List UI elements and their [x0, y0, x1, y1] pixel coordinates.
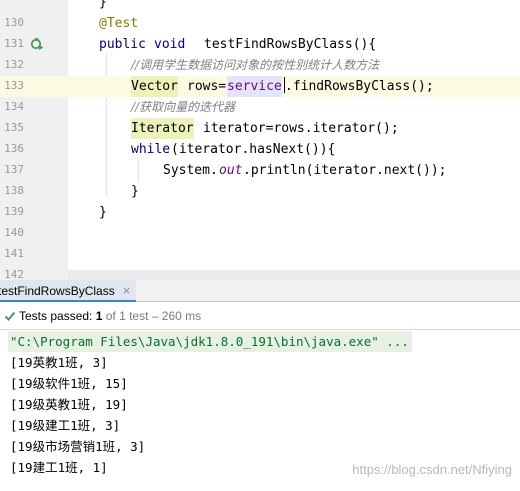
closing-brace: }	[99, 205, 107, 220]
gutter-line: 140	[0, 223, 68, 244]
gutter-line: 131	[0, 34, 68, 55]
type-iterator: Iterator	[131, 118, 194, 139]
tests-passed-label: Tests passed:	[19, 309, 96, 323]
line-number: 134	[4, 100, 24, 113]
console-line: [19级软件1班, 15]	[10, 376, 128, 391]
gutter-line: 130	[0, 13, 68, 34]
tab-label: testFindRowsByClass	[0, 284, 115, 298]
code-line[interactable]: Iterator iterator=rows.iterator();	[68, 118, 520, 139]
tests-summary: of 1 test – 260 ms	[102, 309, 202, 323]
code-line-current[interactable]: Vector rows= service .findRowsByClass();	[68, 76, 520, 97]
closing-brace: }	[99, 0, 107, 10]
code-text: (iterator.hasNext()){	[171, 142, 336, 157]
editor-gutter: 130 131 132 133 134 135 136 137 138 139 …	[0, 0, 68, 280]
line-number: 138	[4, 184, 24, 197]
editor-horizontal-scrollbar[interactable]	[68, 270, 520, 280]
code-comment: //调用学生数据访问对象的按性别统计人数方法	[131, 58, 380, 72]
run-tab-bar: testFindRowsByClass ×	[0, 280, 520, 302]
console-line: [19级市场营销1班, 3]	[10, 439, 146, 454]
code-editor[interactable]: 130 131 132 133 134 135 136 137 138 139 …	[0, 0, 520, 280]
console-command-line[interactable]: "C:\Program Files\Java\jdk1.8.0_191\bin\…	[8, 331, 412, 352]
code-line[interactable]: }	[68, 202, 520, 223]
test-status-bar: Tests passed: 1 of 1 test – 260 ms	[0, 303, 520, 330]
line-number: 133	[4, 79, 24, 92]
code-text: .findRowsByClass();	[285, 79, 434, 94]
code-line[interactable]: public void testFindRowsByClass(){	[68, 34, 520, 55]
test-status-text: Tests passed: 1 of 1 test – 260 ms	[19, 309, 201, 323]
line-number: 135	[4, 121, 24, 134]
gutter-line: 139	[0, 202, 68, 223]
code-text: System.	[163, 163, 218, 178]
gutter-line: 135	[0, 118, 68, 139]
type-vector: Vector	[131, 76, 178, 97]
line-number: 137	[4, 163, 24, 176]
code-comment: //获取向量的迭代器	[131, 100, 236, 114]
keyword-void: void	[154, 37, 186, 52]
run-test-gutter-icon[interactable]	[30, 37, 44, 51]
code-text: .println(iterator.next());	[243, 163, 447, 178]
code-line[interactable]: }	[68, 181, 520, 202]
gutter-line: 138	[0, 181, 68, 202]
console-line: [19级英教1班, 19]	[10, 397, 128, 412]
gutter-line: 134	[0, 97, 68, 118]
check-icon	[4, 311, 16, 321]
code-line[interactable]: while (iterator.hasNext()){	[68, 139, 520, 160]
gutter-line: 141	[0, 244, 68, 265]
code-line[interactable]: //获取向量的迭代器	[68, 97, 520, 118]
code-line[interactable]: //调用学生数据访问对象的按性别统计人数方法	[68, 55, 520, 76]
console-line: [19建工1班, 1]	[10, 460, 108, 475]
keyword-while: while	[131, 142, 171, 157]
line-number: 141	[4, 247, 24, 260]
keyword-public: public	[99, 37, 146, 52]
field-out: out	[219, 163, 243, 178]
gutter-line: 137	[0, 160, 68, 181]
field-service: service	[227, 76, 282, 97]
watermark-text: https://blog.csdn.net/Nfiying	[352, 462, 512, 477]
code-text: iterator=rows.iterator();	[203, 121, 399, 136]
line-number: 136	[4, 142, 24, 155]
code-line[interactable]: @Test	[68, 13, 520, 34]
gutter-line: 132	[0, 55, 68, 76]
test-annotation: @Test	[99, 16, 139, 31]
line-number: 142	[4, 268, 24, 280]
closing-brace: }	[131, 184, 139, 199]
line-number: 139	[4, 205, 24, 218]
close-icon[interactable]: ×	[123, 280, 131, 301]
gutter-line: 136	[0, 139, 68, 160]
gutter-line: 142	[0, 265, 68, 280]
line-number: 132	[4, 58, 24, 71]
code-text: rows=	[187, 79, 227, 94]
line-number: 130	[4, 16, 24, 29]
gutter-line-current: 133	[0, 76, 68, 97]
code-line[interactable]: }	[68, 0, 520, 13]
code-line[interactable]: System. out .println(iterator.next());	[68, 160, 520, 181]
line-number: 140	[4, 226, 24, 239]
console-line: [19英教1班, 3]	[10, 355, 108, 370]
line-number: 131	[4, 37, 24, 50]
console-line: [19级建工1班, 3]	[10, 418, 121, 433]
gutter-line	[0, 0, 68, 13]
method-signature: testFindRowsByClass(){	[204, 37, 377, 52]
tab-test-run[interactable]: testFindRowsByClass ×	[0, 280, 137, 302]
